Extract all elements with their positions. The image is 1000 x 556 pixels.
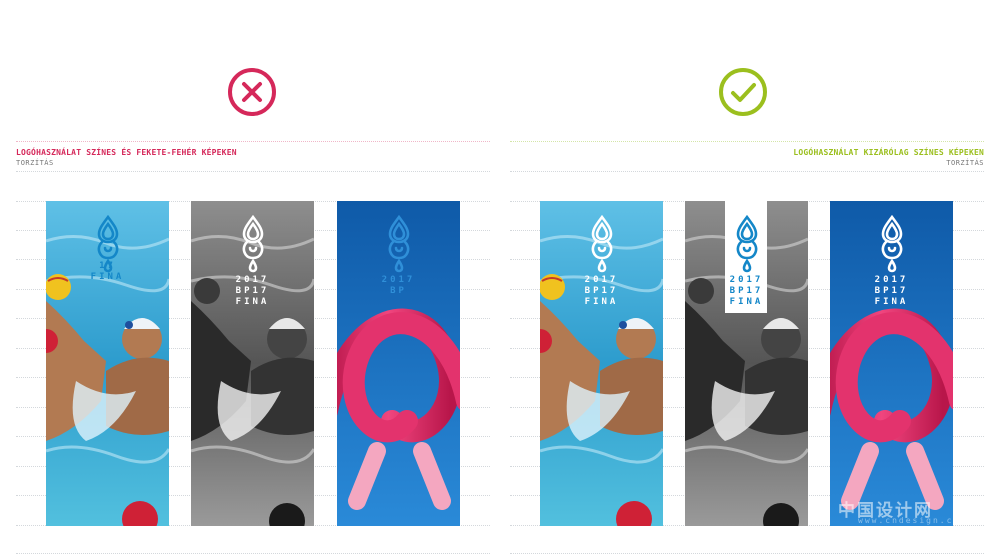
divider-line [16, 141, 490, 142]
divider-line [510, 553, 984, 554]
ribbon-panel: 2017 BP17 FINA [830, 201, 953, 526]
logo-line-fina: FINA [235, 297, 270, 307]
section-subheading: TORZÍTÁS [16, 159, 54, 167]
logo-line-year: 2017 [874, 275, 909, 285]
fina-logo-icon [388, 215, 410, 273]
logo-line-city: 17 [99, 261, 116, 271]
logo-line-year: 2017 [381, 275, 416, 285]
logo-line-year: 2017 [584, 275, 619, 285]
divider-line [16, 553, 490, 554]
section-heading: LOGÓHASZNÁLAT SZÍNES ÉS FEKETE-FEHÉR KÉP… [16, 148, 237, 157]
logo-line-city: BP [390, 286, 407, 296]
divider-line [16, 171, 490, 172]
logo-line-fina: FINA [874, 297, 909, 307]
photo-panel-bw: 2017 BP17 FINA [191, 201, 314, 526]
section-heading: LOGÓHASZNÁLAT KIZÁRÓLAG SZÍNES KÉPEKEN [793, 148, 984, 157]
photo-panel-color: 17 FINA [46, 201, 169, 526]
logo-line-fina: FINA [90, 272, 125, 282]
photo-panel-bw: 2017 BP17 FINA [685, 201, 808, 526]
fina-logo-icon [736, 215, 758, 273]
divider-line [510, 141, 984, 142]
logo-line-year: 2017 [235, 275, 270, 285]
section-subheading: TORZÍTÁS [946, 159, 984, 167]
check-circle-icon [719, 68, 767, 116]
logo-line-fina: FINA [729, 297, 764, 307]
logo-line-city: BP17 [584, 286, 619, 296]
fina-logo-icon [591, 215, 613, 273]
logo-line-city: BP17 [729, 286, 764, 296]
logo-line-fina: FINA [584, 297, 619, 307]
fina-logo-icon [881, 215, 903, 273]
site-watermark-url: www.cndesign.com [858, 516, 968, 525]
ribbon-panel: 2017 BP [337, 201, 460, 526]
photo-panel-color: 2017 BP17 FINA [540, 201, 663, 526]
logo-line-city: BP17 [874, 286, 909, 296]
logo-line-year: 2017 [729, 275, 764, 285]
logo-line-city: BP17 [235, 286, 270, 296]
divider-line [510, 171, 984, 172]
x-circle-icon [228, 68, 276, 116]
fina-logo-icon [242, 215, 264, 273]
